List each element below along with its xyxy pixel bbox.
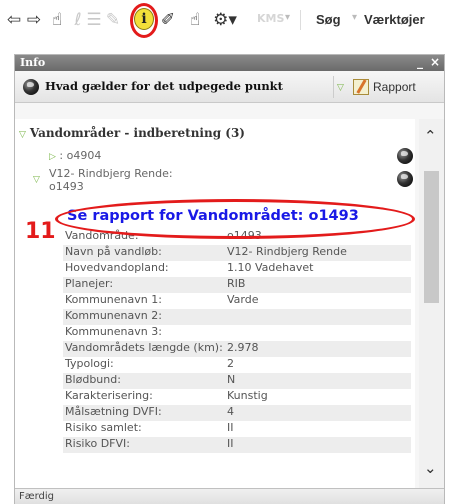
- tree-node-label: : o4904: [59, 149, 102, 162]
- table-row: Hovedvandopland: 1.10 Vadehavet: [63, 261, 411, 277]
- panel-subtitle: Hvad gælder for det udpegede punkt: [45, 79, 283, 93]
- property-key: Kommunenavn 2:: [63, 309, 225, 325]
- property-key: Planejer:: [63, 277, 225, 293]
- panel-subbar: Hvad gælder for det udpegede punkt ▽ Rap…: [15, 71, 444, 103]
- toolbar-divider: [300, 10, 301, 30]
- pencil-icon[interactable]: ✐: [158, 8, 178, 32]
- triangle-right-icon[interactable]: ▷: [49, 152, 56, 162]
- property-value: Varde: [227, 293, 259, 306]
- property-value: [225, 325, 411, 341]
- table-row: Kommunenavn 3:: [63, 325, 411, 341]
- table-row: Kommunenavn 2:: [63, 309, 411, 325]
- table-row: Karakterisering: Kunstig: [63, 389, 411, 405]
- table-row: Risiko samlet: II: [63, 421, 411, 437]
- menu-tools[interactable]: Værktøjer: [364, 12, 425, 27]
- list-icon[interactable]: ☰: [86, 8, 102, 32]
- properties-table: Vandområde: o1493 Navn på vandløb: V12- Rin…: [63, 229, 411, 453]
- property-key: Kommunenavn 1:: [65, 293, 162, 306]
- table-row: Blødbund: N: [63, 373, 411, 389]
- info-panel: Info _ × Hvad gælder for det udpegede pu…: [14, 54, 445, 504]
- tree-section-label: Vandområder - indberetning (3): [29, 126, 245, 140]
- table-row: Kommunenavn 1: Varde: [63, 293, 411, 309]
- hand-icon[interactable]: ☝: [184, 8, 206, 32]
- tree-section-vandomraader[interactable]: ▽ Vandområder - indberetning (3): [19, 126, 245, 140]
- triangle-down-icon[interactable]: ▽: [337, 83, 344, 93]
- kms-label[interactable]: KMS: [257, 12, 284, 25]
- property-key: Målsætning DVFI:: [63, 405, 225, 421]
- property-key: Karakterisering:: [65, 389, 153, 402]
- globe-icon: [23, 79, 39, 95]
- property-key: Navn på vandløb:: [63, 245, 225, 261]
- arrow-left-icon[interactable]: ⇦: [4, 8, 24, 32]
- close-icon[interactable]: ×: [430, 55, 440, 69]
- report-link-highlight: [55, 199, 415, 239]
- property-value: RIB: [225, 277, 411, 293]
- scroll-down-icon[interactable]: ⌄: [424, 459, 437, 477]
- triangle-down-icon[interactable]: ▽: [19, 130, 26, 140]
- table-row: Navn på vandløb: V12- Rindbjerg Rende: [63, 245, 411, 261]
- arrow-right-icon[interactable]: ⇨: [24, 8, 44, 32]
- tools-dropdown-icon[interactable]: ⚙▾: [212, 8, 238, 32]
- table-row: Planejer: RIB: [63, 277, 411, 293]
- property-key: Hovedvandopland:: [65, 261, 169, 274]
- report-icon: [353, 79, 369, 95]
- pan-hand-icon[interactable]: ☝: [46, 8, 68, 32]
- minimize-icon[interactable]: _: [417, 55, 423, 69]
- table-row: Vandområdets længde (km): 2.978: [63, 341, 411, 357]
- property-value: 1.10 Vadehavet: [227, 261, 314, 274]
- info-content: ▽ Vandområder - indberetning (3) ▷ : o490…: [15, 119, 415, 488]
- property-value: 2.978: [225, 341, 411, 357]
- triangle-down-icon[interactable]: ▽: [33, 174, 40, 187]
- scroll-up-icon[interactable]: ⌃: [424, 127, 437, 145]
- property-key: Vandområdets længde (km):: [63, 341, 225, 357]
- table-row: Målsætning DVFI: 4: [63, 405, 411, 421]
- tree-node-label-line2: o1493: [49, 180, 84, 193]
- table-row: Risiko DFVI: II: [63, 437, 411, 453]
- property-key: Blødbund:: [63, 373, 225, 389]
- property-value: V12- Rindbjerg Rende: [225, 245, 411, 261]
- panel-title-bar: Info _ ×: [15, 55, 444, 71]
- status-text: Færdig: [19, 491, 54, 502]
- panel-title: Info: [20, 56, 46, 69]
- menu-search[interactable]: Søg: [316, 12, 341, 27]
- property-key: Risiko samlet:: [65, 421, 142, 434]
- tree-node-label-line1: V12- Rindbjerg Rende:: [49, 167, 173, 180]
- property-value: II: [225, 437, 411, 453]
- property-key: Risiko DFVI:: [63, 437, 225, 453]
- info-tool-highlight: [130, 3, 158, 38]
- annotation-number: 11: [25, 219, 56, 244]
- property-value: Kunstig: [227, 389, 268, 402]
- report-button-label: Rapport: [373, 80, 416, 94]
- main-toolbar: ⇦ ⇨ ☝ ℓ ☰ ✎ i ✐ ☝ ⚙▾ KMS ▾ Søg ▾ Værktøj…: [0, 0, 449, 40]
- property-value: 2: [227, 357, 234, 370]
- subbar-divider: [333, 76, 334, 98]
- property-value: 4: [225, 405, 411, 421]
- scroll-thumb[interactable]: [424, 171, 439, 303]
- scrollbar[interactable]: ⌃ ⌄: [419, 119, 444, 488]
- property-value: [225, 309, 411, 325]
- globe-icon[interactable]: [397, 171, 413, 187]
- table-row: Typologi: 2: [63, 357, 411, 373]
- select-icon[interactable]: ✎: [104, 8, 122, 32]
- property-key: Kommunenavn 3:: [65, 325, 162, 338]
- tree-node-o1493[interactable]: ▽ V12- Rindbjerg Rende: o1493: [33, 167, 173, 193]
- property-value: II: [227, 421, 234, 434]
- chevron-down-icon[interactable]: ▾: [352, 12, 357, 23]
- property-value: N: [225, 373, 411, 389]
- property-key: Typologi:: [65, 357, 114, 370]
- status-bar: Færdig: [15, 488, 444, 504]
- chevron-down-icon[interactable]: ▾: [285, 12, 290, 23]
- report-button[interactable]: Rapport: [353, 76, 445, 98]
- globe-icon[interactable]: [397, 148, 413, 164]
- measure-icon[interactable]: ℓ: [71, 8, 85, 32]
- tree-node-o4904[interactable]: ▷ : o4904: [49, 149, 101, 162]
